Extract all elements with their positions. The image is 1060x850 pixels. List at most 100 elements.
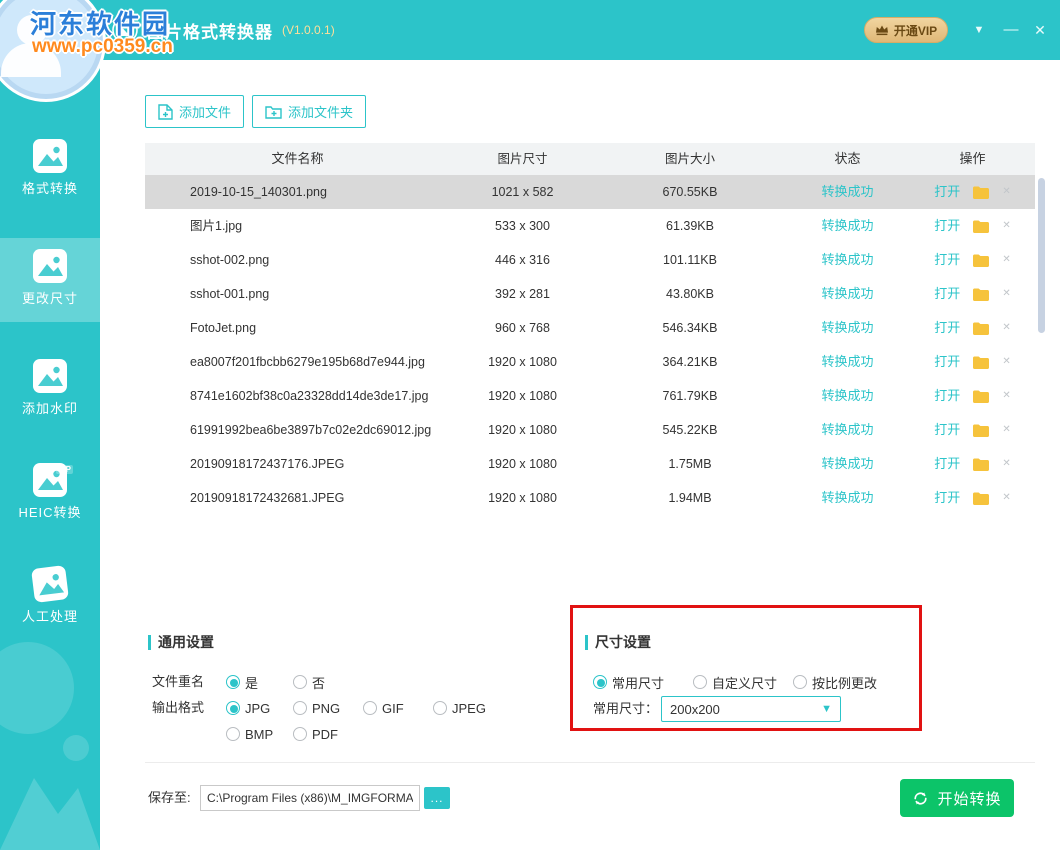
add-folder-button[interactable]: 添加文件夹: [252, 95, 366, 128]
remove-file-icon[interactable]: ✕: [1002, 391, 1010, 401]
common-size-dropdown[interactable]: 200x200 ▼: [661, 696, 841, 722]
add-file-label: 添加文件: [179, 102, 231, 121]
vip-label: 开通VIP: [894, 22, 937, 39]
radio-option-GIF[interactable]: GIF: [363, 698, 433, 718]
folder-icon[interactable]: [973, 390, 989, 403]
remove-file-icon[interactable]: ✕: [1002, 493, 1010, 503]
sidebar-item-manual[interactable]: 人工处理: [0, 556, 100, 640]
browse-button[interactable]: ...: [424, 787, 450, 809]
table-row[interactable]: 图片1.jpg 533 x 300 61.39KB 转换成功 打开 ✕: [145, 209, 1035, 243]
folder-icon[interactable]: [973, 254, 989, 267]
open-link[interactable]: 打开: [934, 311, 960, 345]
vip-button[interactable]: 开通VIP: [864, 17, 948, 43]
menu-caret-icon[interactable]: ▼: [966, 0, 992, 60]
save-path-input[interactable]: [200, 785, 420, 811]
scrollbar-thumb[interactable]: [1038, 178, 1045, 333]
table-row[interactable]: FotoJet.png 960 x 768 546.34KB 转换成功 打开 ✕: [145, 311, 1035, 345]
table-row[interactable]: sshot-001.png 392 x 281 43.80KB 转换成功 打开 …: [145, 277, 1035, 311]
vip-badge: VIP: [56, 465, 73, 474]
size-mode-row: 常用尺寸自定义尺寸 按比例更改: [593, 672, 893, 692]
radio-option-常用尺寸[interactable]: 常用尺寸: [593, 672, 693, 692]
open-link[interactable]: 打开: [934, 277, 960, 311]
radio-option-按比例更改[interactable]: 按比例更改: [793, 672, 893, 692]
size-mode-options: 常用尺寸自定义尺寸 按比例更改: [593, 672, 893, 692]
folder-icon[interactable]: [973, 458, 989, 471]
folder-icon[interactable]: [973, 424, 989, 437]
table-header: 文件名称 图片尺寸 图片大小 状态 操作: [145, 143, 1035, 175]
cell-dimensions: 1920 x 1080: [450, 481, 595, 515]
folder-icon[interactable]: [973, 186, 989, 199]
remove-file-icon[interactable]: ✕: [1002, 289, 1010, 299]
radio-checked-icon: [226, 701, 240, 715]
sidebar-item-watermark[interactable]: 添加水印: [0, 348, 100, 432]
sidebar-item-resize[interactable]: 更改尺寸: [0, 238, 100, 322]
open-link[interactable]: 打开: [934, 447, 960, 481]
radio-option-label: 自定义尺寸: [712, 673, 777, 692]
cell-filesize: 761.79KB: [595, 379, 785, 413]
radio-unchecked-icon: [793, 675, 807, 689]
cell-operations: 打开 ✕: [910, 311, 1035, 345]
sidebar-decoration: [0, 630, 100, 850]
dropdown-value: 200x200: [670, 702, 720, 717]
radio-option-BMP[interactable]: BMP: [226, 724, 293, 744]
folder-icon[interactable]: [973, 322, 989, 335]
radio-option-PNG[interactable]: PNG: [293, 698, 363, 718]
sidebar-item-label: 添加水印: [0, 398, 100, 417]
divider: [145, 762, 1035, 763]
open-link[interactable]: 打开: [934, 481, 960, 515]
minimize-button[interactable]: —: [998, 0, 1024, 60]
table-row[interactable]: 20190918172437176.JPEG 1920 x 1080 1.75M…: [145, 447, 1035, 481]
app-logo-icon: [112, 17, 138, 43]
remove-file-icon[interactable]: ✕: [1002, 187, 1010, 197]
open-link[interactable]: 打开: [934, 243, 960, 277]
remove-file-icon[interactable]: ✕: [1002, 323, 1010, 333]
remove-file-icon[interactable]: ✕: [1002, 221, 1010, 231]
remove-file-icon[interactable]: ✕: [1002, 357, 1010, 367]
open-link[interactable]: 打开: [934, 345, 960, 379]
file-table-body: 2019-10-15_140301.png 1021 x 582 670.55K…: [145, 175, 1035, 515]
radio-option-JPEG[interactable]: JPEG: [433, 698, 513, 718]
start-convert-label: 开始转换: [937, 788, 1001, 809]
radio-unchecked-icon: [293, 727, 307, 741]
remove-file-icon[interactable]: ✕: [1002, 255, 1010, 265]
open-link[interactable]: 打开: [934, 209, 960, 243]
cell-status: 转换成功: [785, 311, 910, 345]
cell-filesize: 101.11KB: [595, 243, 785, 277]
table-row[interactable]: 2019-10-15_140301.png 1021 x 582 670.55K…: [145, 175, 1035, 209]
radio-option-否[interactable]: 否: [293, 672, 363, 692]
table-row[interactable]: 61991992bea6be3897b7c02e2dc69012.jpg 192…: [145, 413, 1035, 447]
add-folder-label: 添加文件夹: [288, 102, 353, 121]
folder-icon[interactable]: [973, 220, 989, 233]
manual-edit-icon: [29, 563, 71, 605]
size-settings-title: 尺寸设置: [585, 632, 651, 652]
radio-option-是[interactable]: 是: [226, 672, 293, 692]
open-link[interactable]: 打开: [934, 413, 960, 447]
add-file-button[interactable]: 添加文件: [145, 95, 244, 128]
start-convert-button[interactable]: 开始转换: [900, 779, 1014, 817]
table-row[interactable]: sshot-002.png 446 x 316 101.11KB 转换成功 打开…: [145, 243, 1035, 277]
open-link[interactable]: 打开: [934, 379, 960, 413]
header-filename: 文件名称: [145, 143, 450, 175]
table-row[interactable]: 20190918172432681.JPEG 1920 x 1080 1.94M…: [145, 481, 1035, 515]
folder-icon[interactable]: [973, 288, 989, 301]
radio-option-label: JPG: [245, 701, 270, 716]
radio-option-label: 按比例更改: [812, 673, 877, 692]
radio-option-PDF[interactable]: PDF: [293, 724, 363, 744]
table-row[interactable]: ea8007f201fbcbb6279e195b68d7e944.jpg 192…: [145, 345, 1035, 379]
cell-status: 转换成功: [785, 447, 910, 481]
close-button[interactable]: ✕: [1026, 0, 1054, 60]
folder-icon[interactable]: [973, 356, 989, 369]
sidebar-item-format-convert[interactable]: 格式转换: [0, 128, 100, 212]
header-operations: 操作: [910, 143, 1035, 175]
image-icon: [31, 137, 69, 175]
radio-option-label: GIF: [382, 701, 404, 716]
radio-option-JPG[interactable]: JPG: [226, 698, 293, 718]
open-link[interactable]: 打开: [934, 175, 960, 209]
sidebar-item-heic[interactable]: VIP HEIC转换: [0, 452, 100, 536]
remove-file-icon[interactable]: ✕: [1002, 425, 1010, 435]
folder-icon[interactable]: [973, 492, 989, 505]
common-size-row: 常用尺寸： 200x200 ▼: [593, 696, 841, 722]
remove-file-icon[interactable]: ✕: [1002, 459, 1010, 469]
table-row[interactable]: 8741e1602bf38c0a23328dd14de3de17.jpg 192…: [145, 379, 1035, 413]
radio-option-自定义尺寸[interactable]: 自定义尺寸: [693, 672, 793, 692]
